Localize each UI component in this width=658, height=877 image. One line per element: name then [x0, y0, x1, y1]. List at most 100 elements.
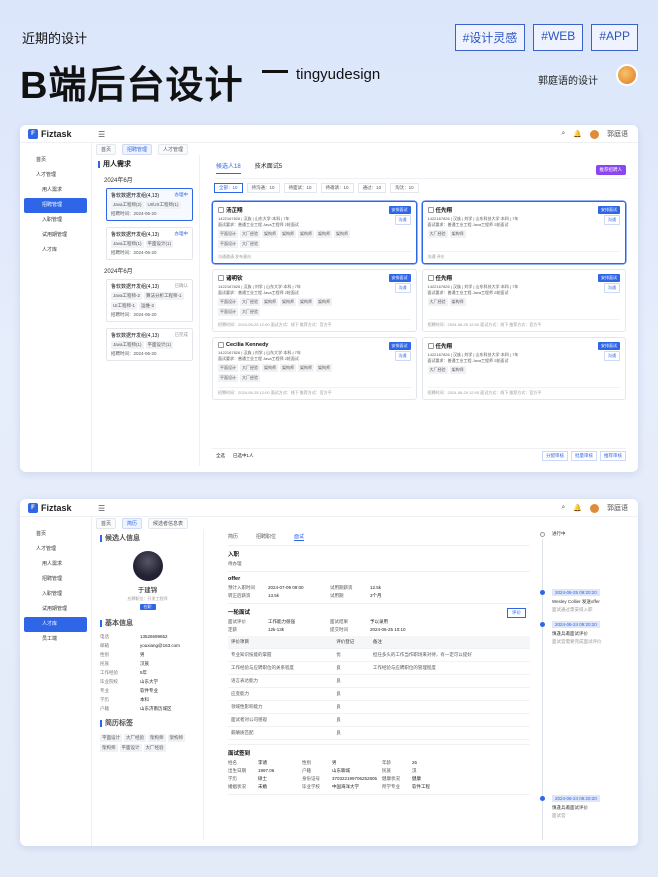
- search-icon[interactable]: ⌕: [561, 504, 565, 512]
- logo[interactable]: F Fiztask: [28, 503, 72, 513]
- user-name[interactable]: 郭庭语: [607, 503, 628, 513]
- candidate-card[interactable]: Cecilia Kennedy 1422167826 | 汉族 | 刘学 | 山东…: [212, 337, 417, 400]
- sidebar-item-talent[interactable]: 人才管理: [24, 168, 87, 183]
- resume-tags: 平面设计 大厂经验 架构师 架构师 架构师 平面设计 大厂经验: [100, 734, 195, 752]
- communicate-button[interactable]: 沟通: [394, 283, 411, 293]
- sidebar-item-recruit[interactable]: 招聘管理: [24, 198, 87, 213]
- filter-chip[interactable]: 待邀请：10: [320, 183, 354, 193]
- bell-icon[interactable]: 🔔: [573, 130, 582, 138]
- communicate-button[interactable]: 沟通: [394, 215, 411, 225]
- demand-card[interactable]: 鲁软数据开发组(4,13) 办理中 Java工程师(1) 平面设计(1) 招聘时间…: [106, 227, 193, 260]
- timeline-line: [542, 539, 543, 840]
- recommend-review-button[interactable]: 推荐审核: [600, 450, 626, 461]
- demand-foot: 招聘时间：2024-06-20: [111, 351, 157, 356]
- field-value: 男: [332, 760, 337, 765]
- tag: 架构师: [298, 230, 314, 238]
- tag: 平面设计: [218, 240, 238, 248]
- candidate-card[interactable]: 诸明钦 1422167826 | 汉族 | 刘学 | 山东大学·本科 | 7年 面试…: [212, 269, 417, 332]
- table-cell: 良: [333, 661, 370, 675]
- table-cell: [369, 687, 530, 701]
- schedule-interview-button[interactable]: 安排面试: [388, 342, 411, 350]
- search-icon[interactable]: ⌕: [561, 130, 565, 138]
- bell-icon[interactable]: 🔔: [573, 504, 582, 512]
- sidebar-item-onboard[interactable]: 入职管理: [24, 587, 87, 602]
- sidebar-item-probation[interactable]: 试用期管理: [24, 602, 87, 617]
- demand-card[interactable]: 鲁软数据开发组(4,13) 办理中 Java工程师(2) UI/UX工程师(1) …: [106, 188, 193, 221]
- tab-resume[interactable]: 简历: [122, 517, 143, 529]
- sidebar-item-probation[interactable]: 试用期管理: [24, 228, 87, 243]
- tab-candidates[interactable]: 候选人18: [216, 161, 241, 174]
- avatar[interactable]: [590, 503, 599, 513]
- demand-card[interactable]: 鲁软数据开发组(4,13) 已确认 Java工程师-2 算法分析工程师-1 UI工程…: [106, 279, 193, 322]
- demand-card[interactable]: 鲁软数据开发组(4,13) 已完成 Java工程师(1) 平面设计(1) 招聘时间…: [106, 328, 193, 361]
- sidebar-item-home[interactable]: 首页: [24, 527, 87, 542]
- topbar-actions: ⌕ 🔔 郭庭语: [561, 503, 628, 513]
- schedule-interview-button[interactable]: 安排面试: [388, 206, 411, 214]
- table-row: 薪酬质匹配良: [228, 726, 530, 740]
- tab-position[interactable]: 招聘职位: [256, 533, 276, 541]
- candidate-card[interactable]: 任先翔 1422167826 | 汉族 | 刘学 | 山东科技大学·本科 | 7年…: [421, 201, 626, 264]
- candidate-foot: 招聘时间：2024-06-25 12:00 面试方式：线下 推荐方式：官方平: [218, 319, 411, 328]
- sidebar-item-demand[interactable]: 用人需求: [24, 183, 87, 198]
- candidate-req: 面试要求：普通工业工程 Java工程师 2轮面试: [427, 222, 509, 227]
- sidebar-item-recruit[interactable]: 招聘管理: [24, 572, 87, 587]
- logo[interactable]: F Fiztask: [28, 129, 72, 139]
- timeline-node: [540, 796, 545, 801]
- evaluate-button[interactable]: 评价: [507, 608, 526, 618]
- batch-review-button[interactable]: 批量审核: [571, 450, 597, 461]
- avatar[interactable]: [590, 129, 599, 139]
- communicate-button[interactable]: 沟通: [394, 351, 411, 361]
- table-row: 应变能力良: [228, 687, 530, 701]
- schedule-interview-button[interactable]: 安排面试: [598, 274, 620, 282]
- schedule-interview-button[interactable]: 安排面试: [388, 274, 411, 282]
- communicate-button[interactable]: 沟通: [604, 351, 620, 361]
- candidate-foot: 沟通邀请 发布意向: [218, 251, 411, 260]
- logo-icon: F: [28, 503, 38, 513]
- schedule-interview-button[interactable]: 安排面试: [598, 342, 620, 350]
- recommend-button[interactable]: 推荐招聘人: [595, 165, 626, 175]
- assign-button[interactable]: 分配审核: [542, 450, 568, 461]
- info-value: 山东济南历城区: [140, 706, 172, 711]
- sidebar-item-staff[interactable]: 员工端: [24, 632, 87, 647]
- filter-chip[interactable]: 淘汰：10: [390, 183, 419, 193]
- table-cell: 工作经验与应聘职位的关系程度: [228, 661, 334, 675]
- tab-recruit[interactable]: 招聘管理: [122, 143, 153, 155]
- filter-chip[interactable]: 通过：10: [357, 183, 387, 193]
- sidebar-item-onboard[interactable]: 入职管理: [24, 213, 87, 228]
- communicate-button[interactable]: 沟通: [604, 283, 620, 293]
- user-name[interactable]: 郭庭语: [607, 129, 628, 139]
- tab-interview[interactable]: 面试: [294, 533, 305, 541]
- field-label: 婚姻状况: [228, 784, 246, 789]
- tab-home[interactable]: 首页: [96, 517, 117, 529]
- menu-icon[interactable]: ☰: [98, 504, 105, 513]
- column-header: 评价登记: [333, 636, 370, 649]
- communicate-button[interactable]: 沟通: [604, 215, 620, 225]
- tab-candidate-form[interactable]: 候选者信息表: [148, 517, 189, 529]
- tab-resume[interactable]: 简历: [228, 533, 238, 541]
- tab-home[interactable]: 首页: [96, 143, 117, 155]
- logo-text: Fiztask: [41, 503, 72, 513]
- sidebar-item-pool[interactable]: 人才库: [24, 243, 87, 258]
- sidebar-item-demand[interactable]: 用人需求: [24, 557, 87, 572]
- field-value: 李诸: [258, 760, 267, 765]
- filter-chip[interactable]: 待沟通：10: [246, 183, 280, 193]
- field-label: 试用期: [330, 593, 344, 598]
- tag: #WEB: [533, 24, 584, 51]
- sidebar-item-home[interactable]: 首页: [24, 153, 87, 168]
- candidate-card[interactable]: 汤芷翔 1422167826 | 汉族 | 山东大学·本科 | 7年 面试要求：普通…: [212, 201, 417, 264]
- sidebar-item-pool[interactable]: 人才库: [24, 617, 87, 632]
- candidate-card[interactable]: 任先翔 1422167826 | 汉族 | 刘学 | 山东科技大学·本科 | 7年…: [421, 337, 626, 400]
- section-title: 基本信息: [100, 618, 195, 628]
- menu-icon[interactable]: ☰: [98, 130, 105, 139]
- select-all-checkbox[interactable]: 全选: [216, 453, 225, 459]
- schedule-interview-button[interactable]: 安排面试: [598, 206, 620, 214]
- tab-tech-interview[interactable]: 技术面试5: [255, 161, 282, 174]
- info-key: 专业: [100, 688, 109, 693]
- filter-chip[interactable]: 待面试：10: [283, 183, 317, 193]
- screen-recruitment: F Fiztask ☰ ⌕ 🔔 郭庭语 首页 招聘管理 人才管理 首页 人才管理 …: [20, 125, 638, 472]
- sidebar-item-talent[interactable]: 人才管理: [24, 542, 87, 557]
- filter-chip[interactable]: 全部：10: [214, 183, 243, 193]
- candidate-card[interactable]: 任先翔 1422167826 | 汉族 | 刘学 | 山东科技大学·本科 | 7年…: [421, 269, 626, 332]
- tab-talent[interactable]: 人才管理: [158, 143, 189, 155]
- status-badge: 办理中: [174, 192, 189, 197]
